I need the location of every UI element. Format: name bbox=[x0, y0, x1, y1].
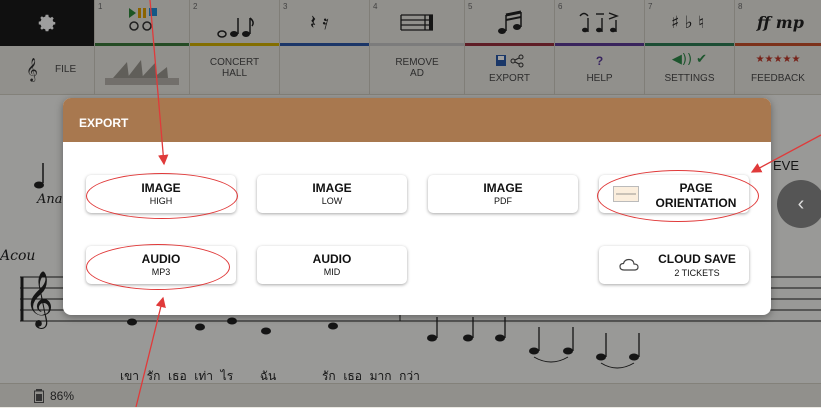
annotation-arrows bbox=[135, 0, 821, 407]
